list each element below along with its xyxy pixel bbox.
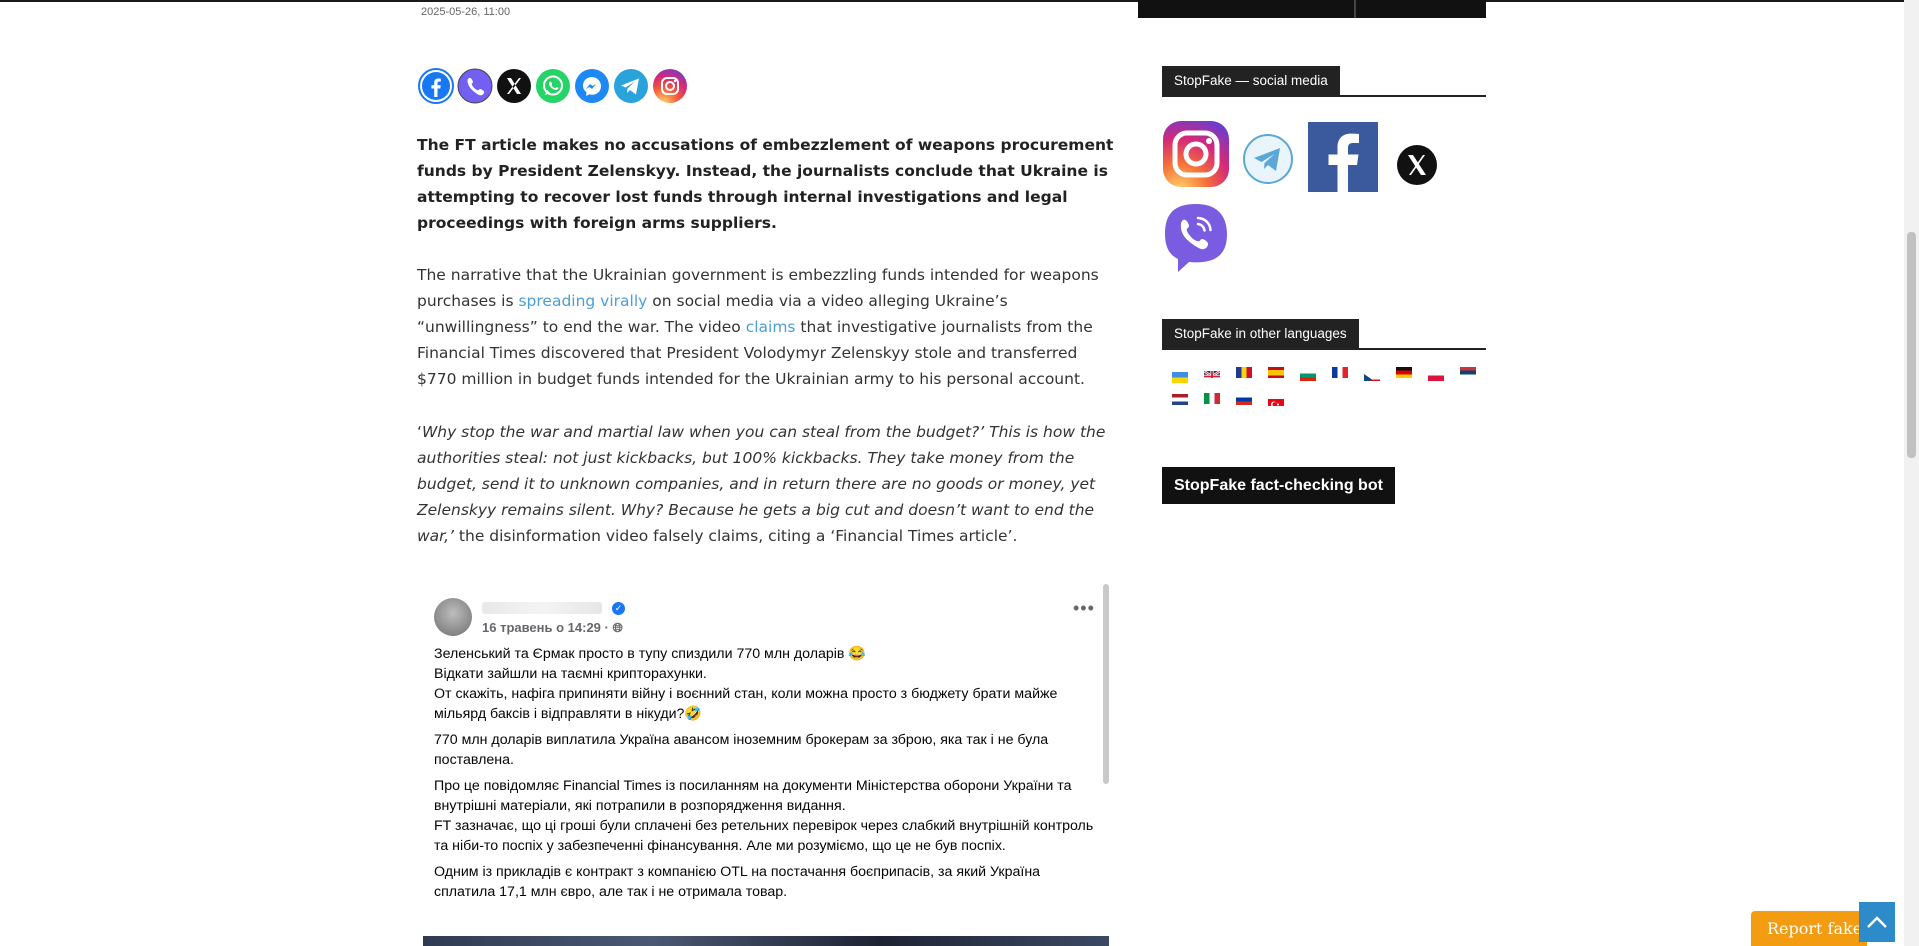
post-line: 770 млн доларів виплатила Україна авансо… bbox=[434, 732, 1049, 768]
post-date: 16 травень о 14:29 · bbox=[482, 620, 613, 635]
viber-icon[interactable] bbox=[1162, 202, 1230, 274]
sidebar-top-image bbox=[1138, 0, 1486, 18]
post-line: Відкати зайшли на таємні крипторахунки. bbox=[434, 666, 707, 682]
instagram-icon[interactable] bbox=[1162, 120, 1230, 188]
page-scrollbar[interactable] bbox=[1904, 0, 1919, 946]
post-paragraph: Одним із прикладів є контракт з компаніє… bbox=[434, 862, 1094, 902]
flag-germany-icon[interactable] bbox=[1396, 367, 1412, 378]
top-border bbox=[0, 0, 1919, 2]
more-options-icon: ••• bbox=[1073, 598, 1095, 618]
arrow-up-icon bbox=[1867, 916, 1887, 928]
social-media-title: StopFake — social media bbox=[1162, 66, 1340, 95]
instagram-share-icon[interactable] bbox=[652, 68, 688, 104]
claims-link[interactable]: claims bbox=[746, 318, 796, 336]
back-to-top-button[interactable] bbox=[1859, 902, 1895, 942]
article-paragraph-1: The narrative that the Ukrainian governm… bbox=[417, 262, 1115, 392]
flag-poland-icon[interactable] bbox=[1428, 370, 1444, 381]
flag-france-icon[interactable] bbox=[1332, 367, 1348, 378]
embedded-post-screenshot: ✓ 16 травень о 14:29 · 🌐︎ ••• Зеленський… bbox=[423, 584, 1109, 946]
flag-italy-icon[interactable] bbox=[1204, 393, 1220, 404]
post-line: Одним із прикладів є контракт з компаніє… bbox=[434, 864, 1041, 900]
fact-checking-bot-button[interactable]: StopFake fact-checking bot bbox=[1162, 467, 1395, 504]
flag-turkey-icon[interactable] bbox=[1268, 395, 1284, 406]
post-paragraph: 770 млн доларів виплатила Україна авансо… bbox=[434, 730, 1094, 770]
messenger-share-icon[interactable] bbox=[574, 68, 610, 104]
sidebar-top-divider bbox=[1354, 0, 1356, 18]
languages-widget-title: StopFake in other languages bbox=[1162, 319, 1486, 350]
post-photo bbox=[423, 936, 1109, 946]
flag-czech-republic-icon[interactable] bbox=[1364, 370, 1380, 381]
post-line: Про це повідомляє Financial Times із пос… bbox=[434, 778, 1072, 814]
flag-romania-icon[interactable] bbox=[1236, 367, 1252, 378]
post-paragraph: Зеленський та Єрмак просто в тупу спизди… bbox=[434, 644, 1094, 724]
post-line: Зеленський та Єрмак просто в тупу спизди… bbox=[434, 646, 867, 662]
x-icon[interactable] bbox=[1396, 144, 1438, 186]
flag-netherlands-icon[interactable] bbox=[1172, 394, 1188, 405]
flag-spain-icon[interactable] bbox=[1268, 367, 1284, 378]
report-fake-button[interactable]: Report fake bbox=[1751, 911, 1867, 946]
languages-title: StopFake in other languages bbox=[1162, 319, 1359, 348]
flag-ukraine-icon[interactable] bbox=[1172, 372, 1188, 383]
whatsapp-share-icon[interactable] bbox=[535, 68, 571, 104]
social-media-widget-title: StopFake — social media bbox=[1162, 66, 1486, 97]
post-line: От скажіть, нафіга припиняти війну і воє… bbox=[434, 686, 1058, 722]
x-share-icon[interactable] bbox=[496, 68, 532, 104]
verified-badge-icon: ✓ bbox=[612, 602, 625, 615]
embed-scrollbar bbox=[1103, 584, 1109, 784]
article-date: 2025-05-26, 11:00 bbox=[421, 6, 511, 18]
flag-bulgaria-icon[interactable] bbox=[1300, 370, 1316, 381]
telegram-icon[interactable] bbox=[1242, 133, 1294, 185]
post-meta: 16 травень о 14:29 · 🌐︎ bbox=[482, 620, 623, 636]
p2-rest: the disinformation video falsely claims,… bbox=[453, 527, 1018, 545]
spreading-virally-link[interactable]: spreading virally bbox=[518, 292, 647, 310]
flag-russia-icon[interactable] bbox=[1236, 394, 1252, 405]
flag-serbia-icon[interactable] bbox=[1460, 367, 1476, 378]
facebook-icon[interactable] bbox=[1308, 122, 1378, 192]
viber-share-icon[interactable] bbox=[457, 68, 493, 104]
telegram-share-icon[interactable] bbox=[613, 68, 649, 104]
post-body: Зеленський та Єрмак просто в тупу спизди… bbox=[434, 644, 1094, 908]
article-paragraph-2: ‘Why stop the war and martial law when y… bbox=[417, 419, 1115, 549]
facebook-share-icon[interactable] bbox=[418, 68, 454, 104]
scrollbar-thumb[interactable] bbox=[1907, 232, 1916, 458]
blurred-author-name bbox=[482, 602, 602, 614]
post-line: FT зазначає, що ці гроші були сплачені б… bbox=[434, 818, 1094, 854]
avatar bbox=[434, 598, 472, 636]
share-bar bbox=[418, 68, 688, 104]
post-paragraph: Про це повідомляє Financial Times із пос… bbox=[434, 776, 1094, 856]
flag-united-kingdom-icon[interactable] bbox=[1204, 367, 1220, 378]
globe-icon: 🌐︎ bbox=[612, 620, 623, 635]
article-lead: The FT article makes no accusations of e… bbox=[417, 136, 1114, 232]
